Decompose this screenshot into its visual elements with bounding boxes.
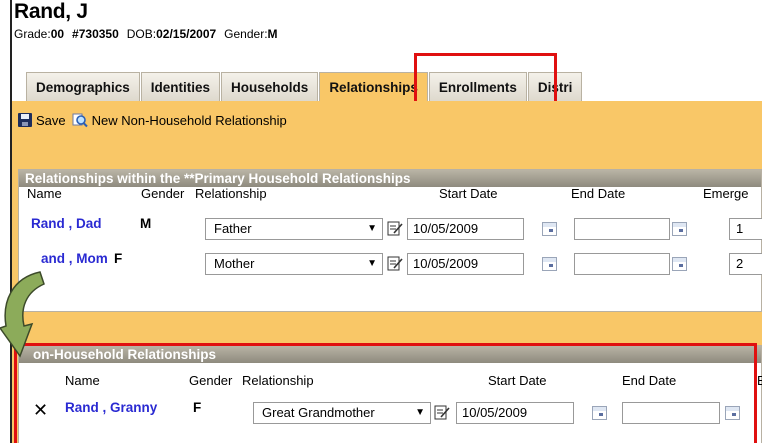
- col-name: Name: [27, 186, 62, 201]
- grade-label: Grade:: [14, 27, 51, 41]
- relationships-tab-highlight: [414, 53, 557, 104]
- magnifier-new-icon[interactable]: [72, 112, 88, 128]
- col-relationship: Relationship: [195, 186, 267, 201]
- toolbar: Save New Non-Household Relationship: [18, 112, 287, 128]
- col-extra: E: [757, 373, 762, 388]
- start-date-dad-value: 10/05/2009: [413, 221, 479, 236]
- floppy-disk-icon[interactable]: [18, 113, 32, 127]
- dob-label: DOB:: [126, 27, 157, 41]
- new-non-household-button[interactable]: New Non-Household Relationship: [92, 113, 287, 128]
- student-info: Grade:00 #730350 DOB:02/15/2007 Gender:M: [14, 27, 278, 41]
- calendar-icon[interactable]: [542, 257, 557, 271]
- relationship-select-mom[interactable]: Mother ▼: [205, 253, 383, 275]
- edit-note-icon[interactable]: [387, 220, 403, 236]
- student-id: #730350: [72, 27, 119, 41]
- tab-relationships[interactable]: Relationships: [319, 72, 428, 102]
- grade-value: 00: [50, 27, 65, 41]
- household-panel-title: Relationships within the **Primary House…: [19, 170, 761, 187]
- tab-households[interactable]: Households: [221, 72, 319, 102]
- relationship-link-mom[interactable]: and , Mom: [41, 251, 108, 266]
- non-household-highlight: [14, 343, 757, 443]
- col-end-date: End Date: [571, 186, 626, 201]
- emergency-priority-dad[interactable]: 1: [729, 218, 762, 240]
- start-date-mom[interactable]: 10/05/2009: [407, 253, 524, 275]
- calendar-icon[interactable]: [672, 257, 687, 271]
- end-date-mom[interactable]: [574, 253, 670, 275]
- emergency-priority-mom-value: 2: [736, 256, 744, 271]
- tab-identities[interactable]: Identities: [140, 72, 221, 102]
- emergency-priority-dad-value: 1: [736, 221, 744, 236]
- relationship-select-dad-value: Father: [214, 221, 252, 236]
- student-name: Rand, J: [14, 0, 88, 23]
- relationship-select-mom-value: Mother: [214, 256, 255, 271]
- chevron-down-icon: ▼: [367, 258, 377, 269]
- col-gender: Gender: [141, 186, 185, 201]
- gender-dad: M: [140, 216, 152, 231]
- curved-arrow-icon: [0, 271, 45, 358]
- chevron-down-icon: ▼: [367, 223, 377, 234]
- calendar-icon[interactable]: [672, 222, 687, 236]
- start-date-dad[interactable]: 10/05/2009: [407, 218, 524, 240]
- relationship-select-dad[interactable]: Father ▼: [205, 218, 383, 240]
- gender-value: M: [267, 27, 278, 41]
- dob-value: 02/15/2007: [156, 27, 217, 41]
- gender-mom: F: [114, 251, 123, 266]
- col-emergency: Emerge: [703, 186, 749, 201]
- household-relationships-panel: Relationships within the **Primary House…: [18, 169, 762, 312]
- col-start-date: Start Date: [439, 186, 498, 201]
- end-date-dad[interactable]: [574, 218, 670, 240]
- start-date-mom-value: 10/05/2009: [413, 256, 479, 271]
- edit-note-icon[interactable]: [387, 255, 403, 271]
- emergency-priority-mom[interactable]: 2: [729, 253, 762, 275]
- relationship-link-dad[interactable]: Rand , Dad: [31, 216, 102, 231]
- tab-demographics[interactable]: Demographics: [26, 72, 140, 102]
- gender-label: Gender:: [224, 27, 268, 41]
- calendar-icon[interactable]: [542, 222, 557, 236]
- save-button[interactable]: Save: [36, 113, 66, 128]
